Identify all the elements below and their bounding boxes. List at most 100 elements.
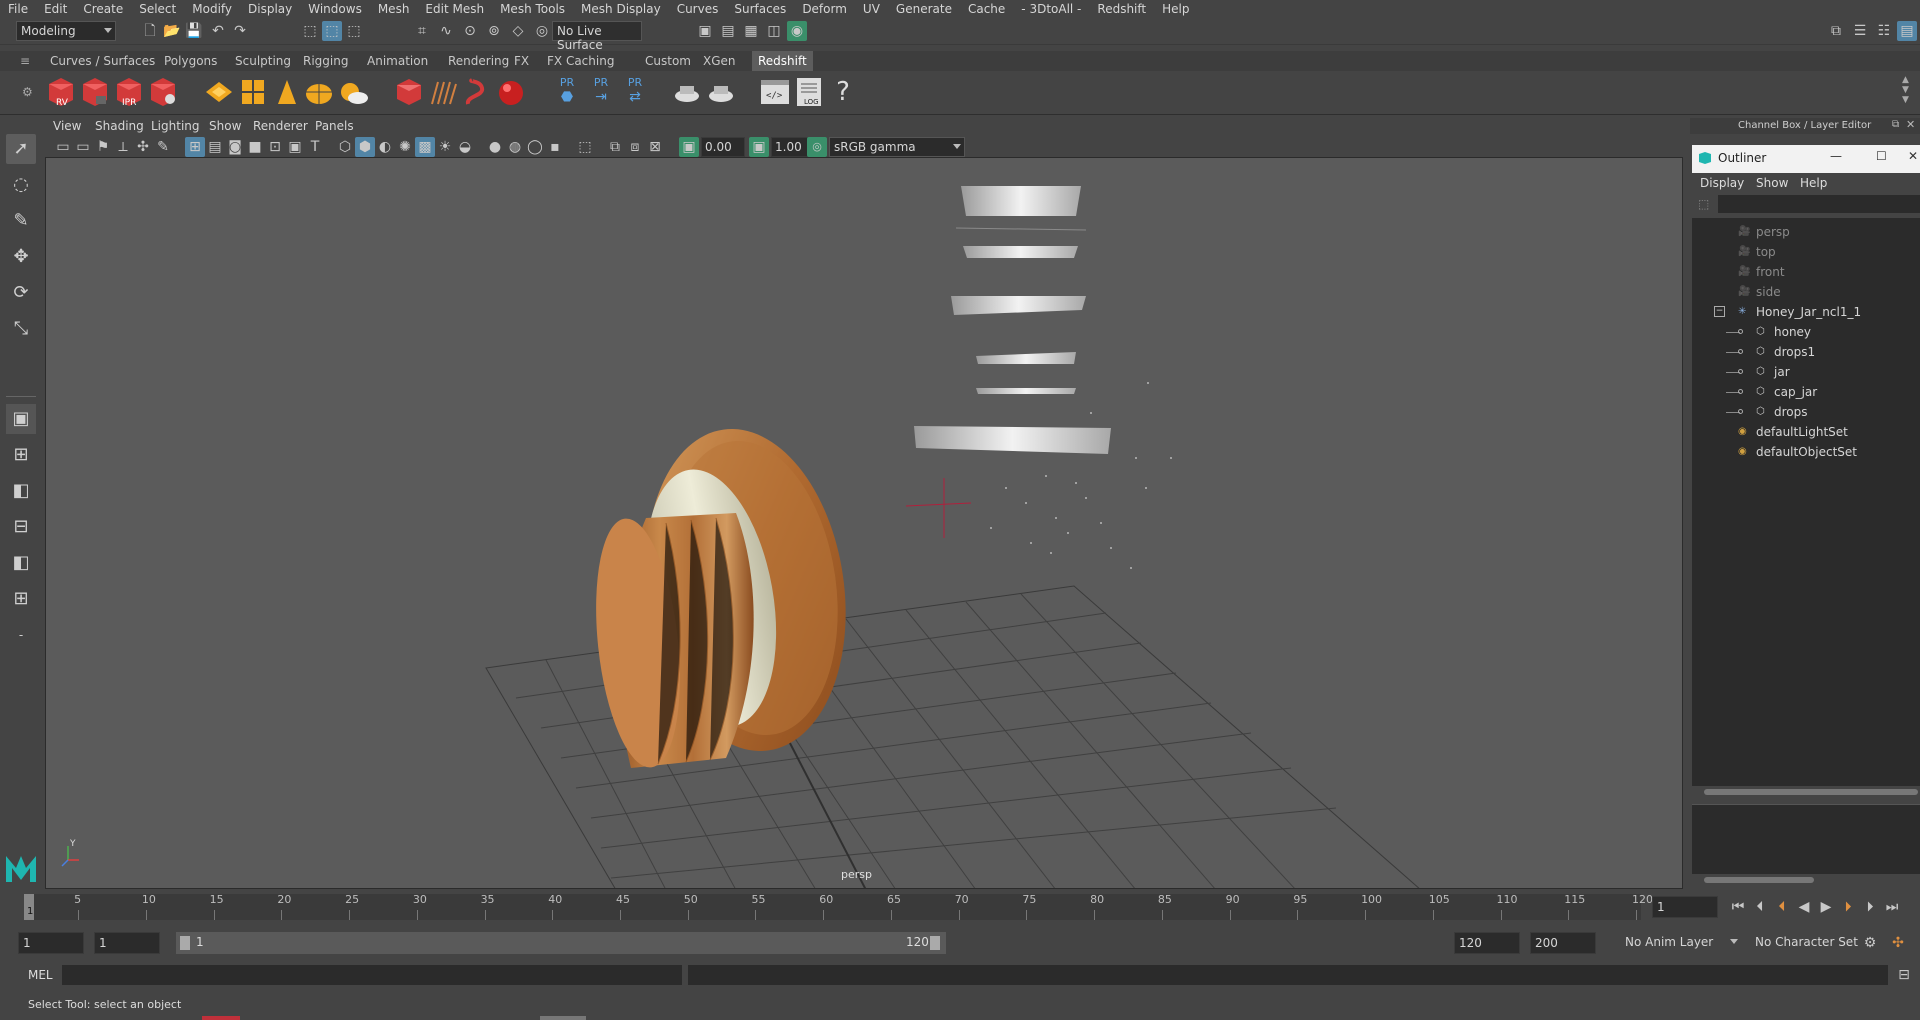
workspace-icon[interactable]: ⧉ xyxy=(1826,21,1846,41)
redshift-settings-icon[interactable] xyxy=(148,76,178,108)
outliner-hscroll[interactable] xyxy=(1692,786,1920,798)
mode-selector[interactable]: Modeling xyxy=(16,21,116,41)
command-input[interactable] xyxy=(62,965,682,985)
close-icon[interactable]: ✕ xyxy=(1906,118,1915,131)
xray-components-icon[interactable]: ⊠ xyxy=(645,137,665,157)
outliner-search-input[interactable] xyxy=(1718,195,1920,213)
panel-menu-item[interactable]: Lighting xyxy=(151,119,200,133)
redshift-render-view-icon[interactable]: RV xyxy=(46,76,76,108)
animation-preferences-icon[interactable]: ✣ xyxy=(1888,933,1908,953)
scale-tool-icon[interactable]: ⤡ xyxy=(6,314,36,344)
wireframe-icon[interactable]: ⬡ xyxy=(335,137,355,157)
menu-item[interactable]: Edit xyxy=(36,2,75,16)
shelf-tab[interactable]: FX xyxy=(508,51,535,71)
live-surface-field[interactable]: No Live Surface xyxy=(552,21,642,52)
redshift-ipr-icon[interactable]: IPR xyxy=(114,76,144,108)
select-tool-icon[interactable]: ➚ xyxy=(6,134,36,164)
time-slider[interactable]: 1 5 10 15 20 25 30 35 40 45 50 55 60 65 70 75 80 85 90 95 1… xyxy=(0,890,1920,924)
xray-joints-icon[interactable]: ⧈ xyxy=(625,137,645,157)
isolate-select-icon[interactable]: ⬚ xyxy=(575,137,595,157)
outliner-item[interactable]: ⬡ honey xyxy=(1692,322,1920,342)
select-component-icon[interactable]: ⬚ xyxy=(344,21,364,41)
smooth-shade-icon[interactable]: ⬢ xyxy=(355,137,375,157)
snap-curve-icon[interactable]: ∿ xyxy=(436,21,456,41)
snap-grid-icon[interactable]: ⌗ xyxy=(412,21,432,41)
shelf-menu-icon[interactable]: ≡ xyxy=(20,54,30,68)
minimize-icon[interactable]: — xyxy=(1830,149,1842,163)
two-d-pan-icon[interactable]: ✣ xyxy=(133,137,153,157)
menu-item[interactable]: - 3DtoAll - xyxy=(1013,2,1089,16)
shelf-gear-icon[interactable]: ⚙ xyxy=(22,85,33,99)
redshift-dome-light-icon[interactable] xyxy=(304,76,334,108)
menu-item[interactable]: Display xyxy=(240,2,300,16)
redo-icon[interactable]: ↷ xyxy=(230,21,250,41)
redshift-proxy-import-icon[interactable]: PR ⇥ xyxy=(586,76,616,108)
hypershade-layout-icon[interactable]: ◧ xyxy=(6,548,36,578)
menu-item[interactable]: UV xyxy=(855,2,888,16)
select-hierarchy-icon[interactable]: ⬚ xyxy=(300,21,320,41)
redshift-hair-icon[interactable] xyxy=(428,76,458,108)
ipr-render-icon[interactable]: ▤ xyxy=(718,21,738,41)
menu-item[interactable]: Edit Mesh xyxy=(417,2,492,16)
use-default-material-icon[interactable]: ✺ xyxy=(395,137,415,157)
persp-graph-layout-icon[interactable]: ⊟ xyxy=(6,512,36,542)
safe-title-icon[interactable]: T xyxy=(305,137,325,157)
play-backward-icon[interactable]: ◀ xyxy=(1794,897,1814,917)
shelf-tab[interactable]: XGen xyxy=(697,51,742,71)
film-gate-icon[interactable]: ▤ xyxy=(205,137,225,157)
gamma-icon[interactable]: ▣ xyxy=(749,137,769,157)
wireframe-on-shaded-icon[interactable]: ◐ xyxy=(375,137,395,157)
view-transform-selector[interactable]: sRGB gamma xyxy=(829,137,965,157)
playback-end-field[interactable]: 120 xyxy=(1454,932,1520,954)
save-scene-icon[interactable]: 💾 xyxy=(184,21,204,41)
step-forward-frame-icon[interactable]: ⏵ xyxy=(1838,897,1858,917)
script-editor-icon[interactable]: </> xyxy=(760,76,790,108)
range-end-handle[interactable] xyxy=(930,936,940,950)
xray-icon[interactable]: ⧉ xyxy=(605,137,625,157)
shelf-tab[interactable]: FX Caching xyxy=(541,51,620,71)
range-start-handle[interactable] xyxy=(180,936,190,950)
outliner-item[interactable]: 🎥 top xyxy=(1692,242,1920,262)
play-forward-icon[interactable]: ▶ xyxy=(1816,897,1836,917)
image-plane-icon[interactable]: ⟂ xyxy=(113,137,133,157)
new-scene-icon[interactable]: 🗋 xyxy=(140,21,160,41)
persp-uv-layout-icon[interactable]: ⊞ xyxy=(6,584,36,614)
window-close-icon[interactable]: ✕ xyxy=(1908,149,1918,163)
menu-item[interactable]: Cache xyxy=(960,2,1013,16)
layout-options-icon[interactable]: - xyxy=(6,620,36,650)
render-frame-icon[interactable]: ▣ xyxy=(695,21,715,41)
range-slider[interactable]: 1 120 xyxy=(176,932,946,954)
collapse-icon[interactable]: − xyxy=(1714,306,1725,317)
outliner-item[interactable]: ⬡ jar xyxy=(1692,362,1920,382)
render-settings-icon[interactable]: ▦ xyxy=(741,21,761,41)
channel-box-hscroll[interactable] xyxy=(1692,874,1920,886)
perspective-viewport[interactable]: Y persp xyxy=(45,157,1683,889)
panel-menu-item[interactable]: Show xyxy=(209,119,241,133)
step-back-key-icon[interactable]: ⏴ xyxy=(1750,897,1770,917)
shelf-tab[interactable]: Sculpting xyxy=(229,51,297,71)
scroll-thumb[interactable] xyxy=(1704,877,1814,883)
gate-mask-icon[interactable]: ■ xyxy=(245,137,265,157)
rotate-tool-icon[interactable]: ⟳ xyxy=(6,278,36,308)
tool-settings-icon[interactable]: ☷ xyxy=(1874,21,1894,41)
four-view-layout-icon[interactable]: ⊞ xyxy=(6,440,36,470)
step-back-frame-icon[interactable]: ⏴ xyxy=(1772,897,1792,917)
script-language-label[interactable]: MEL xyxy=(28,968,53,982)
menu-item[interactable]: Deform xyxy=(794,2,855,16)
redshift-curve-icon[interactable] xyxy=(462,76,492,108)
shelf-tab[interactable]: Polygons xyxy=(158,51,223,71)
resolution-gate-icon[interactable]: ◙ xyxy=(225,137,245,157)
snap-projected-icon[interactable]: ⊚ xyxy=(484,21,504,41)
menu-item[interactable]: Mesh Display xyxy=(573,2,669,16)
snap-view-plane-icon[interactable]: ◇ xyxy=(508,21,528,41)
filter-icon[interactable]: ⬚ xyxy=(1698,197,1709,211)
depth-of-field-icon[interactable]: ▪ xyxy=(545,137,565,157)
make-live-icon[interactable]: ◎ xyxy=(532,21,552,41)
redshift-proxy-icon[interactable] xyxy=(204,76,234,108)
select-object-icon[interactable]: ⬚ xyxy=(322,21,342,41)
go-to-end-icon[interactable]: ⏭ xyxy=(1882,897,1902,917)
script-editor-button-icon[interactable]: ⊟ xyxy=(1894,965,1914,985)
snap-point-icon[interactable]: ⊙ xyxy=(460,21,480,41)
render-view-icon[interactable]: ◉ xyxy=(787,21,807,41)
menu-item[interactable]: Curves xyxy=(669,2,727,16)
